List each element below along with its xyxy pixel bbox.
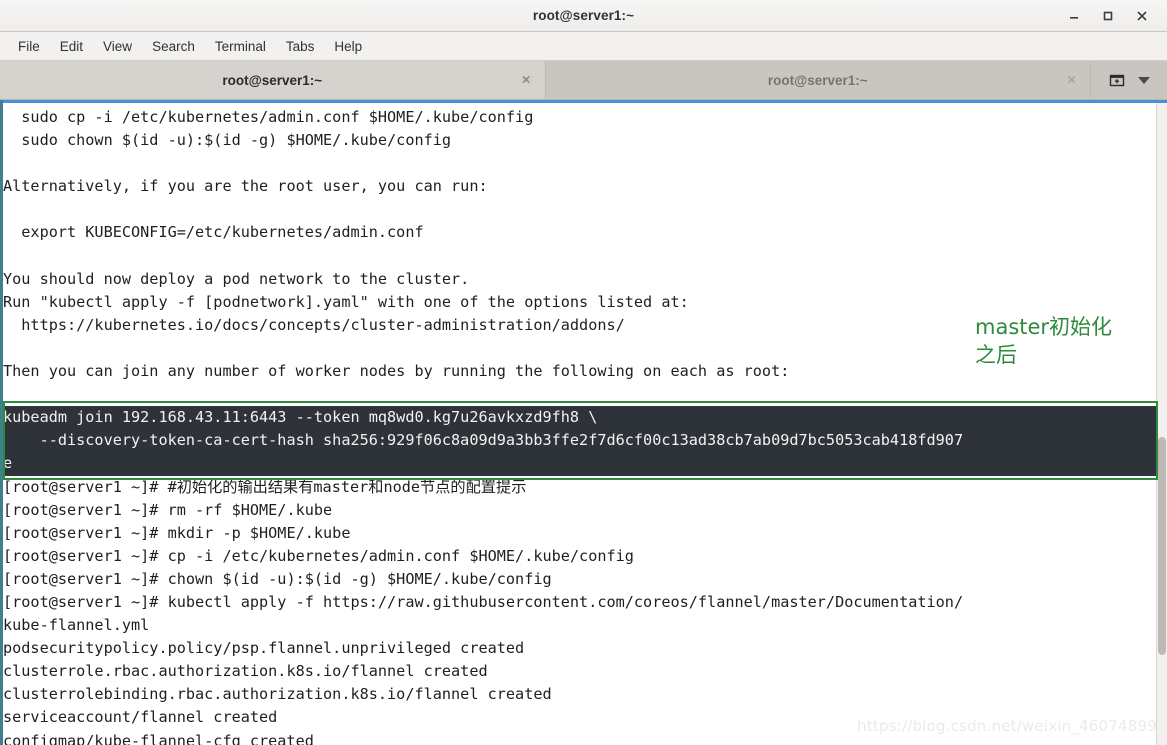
menu-item-terminal[interactable]: Terminal — [205, 36, 276, 57]
tab-label: root@server1:~ — [767, 72, 868, 88]
title-bar: root@server1:~ — [0, 0, 1167, 32]
maximize-button[interactable] — [1091, 3, 1125, 29]
menu-item-edit[interactable]: Edit — [50, 36, 93, 57]
tab-root-server1-1[interactable]: root@server1:~ × — [0, 61, 546, 99]
annotation-line-1: master初始化 — [975, 315, 1113, 339]
minimize-button[interactable] — [1057, 3, 1091, 29]
terminal-line: [root@server1 ~]# rm -rf $HOME/.kube — [3, 500, 333, 519]
terminal-line: You should now deploy a pod network to t… — [3, 269, 470, 288]
window-title: root@server1:~ — [532, 8, 635, 23]
close-button[interactable] — [1125, 3, 1159, 29]
menu-item-help[interactable]: Help — [324, 36, 372, 57]
terminal-line: clusterrole.rbac.authorization.k8s.io/fl… — [3, 662, 488, 681]
terminal-line: [root@server1 ~]# mkdir -p $HOME/.kube — [3, 523, 351, 542]
annotation-note: master初始化 之后 — [975, 313, 1112, 369]
watermark: https://blog.csdn.net/weixin_46074899 — [857, 717, 1157, 735]
tab-label: root@server1:~ — [222, 72, 323, 88]
terminal-line: podsecuritypolicy.policy/psp.flannel.unp… — [3, 639, 525, 658]
menu-item-tabs[interactable]: Tabs — [276, 36, 325, 57]
window-controls — [1057, 3, 1167, 29]
chevron-down-icon[interactable] — [1138, 76, 1150, 84]
terminal-scrollbar[interactable] — [1156, 103, 1167, 745]
tab-bar-actions — [1091, 61, 1167, 99]
menu-bar: File Edit View Search Terminal Tabs Help — [0, 32, 1167, 61]
terminal-line: [root@server1 ~]# cp -i /etc/kubernetes/… — [3, 546, 634, 565]
menu-item-view[interactable]: View — [93, 36, 142, 57]
tab-root-server1-2[interactable]: root@server1:~ × — [545, 61, 1091, 99]
terminal-line: export KUBECONFIG=/etc/kubernetes/admin.… — [3, 223, 424, 242]
scrollbar-thumb[interactable] — [1158, 436, 1166, 656]
terminal-line: Run "kubectl apply -f [podnetwork].yaml"… — [3, 292, 689, 311]
terminal-area[interactable]: sudo cp -i /etc/kubernetes/admin.conf $H… — [0, 100, 1167, 745]
annotation-line-2: 之后 — [975, 343, 1017, 367]
terminal-window: root@server1:~ File Edit View Search Ter… — [0, 0, 1167, 745]
selected-join-command[interactable]: kubeadm join 192.168.43.11:6443 --token … — [3, 406, 1157, 476]
new-tab-icon[interactable] — [1108, 71, 1126, 89]
terminal-line: sudo chown $(id -u):$(id -g) $HOME/.kube… — [3, 131, 452, 150]
menu-item-file[interactable]: File — [8, 36, 50, 57]
terminal-line: [root@server1 ~]# chown $(id -u):$(id -g… — [3, 569, 552, 588]
terminal-line: clusterrolebinding.rbac.authorization.k8… — [3, 685, 552, 704]
terminal-line: sudo cp -i /etc/kubernetes/admin.conf $H… — [3, 108, 534, 126]
tab-close-icon[interactable]: × — [522, 73, 531, 88]
menu-item-search[interactable]: Search — [142, 36, 205, 57]
terminal-line: kube-flannel.yml — [3, 616, 150, 635]
terminal-line: [root@server1 ~]# #初始化的输出结果有master和node节… — [3, 477, 527, 496]
tab-close-icon[interactable]: × — [1067, 73, 1076, 88]
terminal-line: kubeadm join 192.168.43.11:6443 --token … — [3, 408, 598, 427]
tab-bar: root@server1:~ × root@server1:~ × — [0, 61, 1167, 100]
terminal-line: --discovery-token-ca-cert-hash sha256:92… — [3, 431, 964, 450]
terminal-line: [root@server1 ~]# kubectl apply -f https… — [3, 592, 964, 611]
terminal-line: e — [3, 454, 13, 473]
terminal-line: Alternatively, if you are the root user,… — [3, 177, 488, 196]
